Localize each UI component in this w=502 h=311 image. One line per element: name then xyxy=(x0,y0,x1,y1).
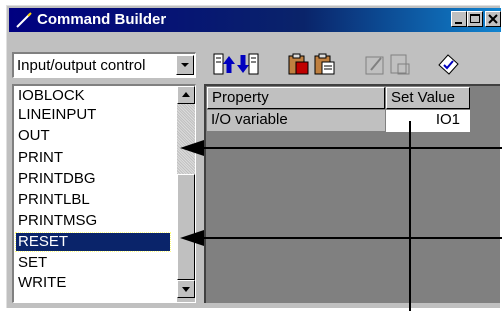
maximize-icon xyxy=(470,14,480,23)
category-dropdown[interactable]: Input/output control xyxy=(12,52,196,78)
list-item[interactable]: WRITE xyxy=(18,274,168,292)
property-grid: Property Set Value I/O variable IO1 xyxy=(204,84,500,303)
header-property: Property xyxy=(207,87,385,109)
chevron-down-icon xyxy=(181,63,189,67)
list-item[interactable]: PRINTDBG xyxy=(18,170,168,188)
category-selected: Input/output control xyxy=(17,57,146,74)
list-item[interactable]: IOBLOCK xyxy=(18,87,168,105)
scroll-thumb[interactable] xyxy=(177,174,195,280)
list-item[interactable]: PRINTLBL xyxy=(18,191,168,209)
close-icon xyxy=(488,14,498,24)
list-item[interactable]: OUT xyxy=(18,127,168,145)
property-name-cell: I/O variable xyxy=(207,110,385,132)
close-button[interactable] xyxy=(485,11,501,27)
minimize-button[interactable] xyxy=(451,11,467,27)
move-down-icon[interactable] xyxy=(236,52,260,76)
check-icon[interactable] xyxy=(436,52,460,76)
list-item[interactable]: PRINT xyxy=(18,149,168,167)
scroll-down-button[interactable] xyxy=(177,280,195,298)
arrow-up-icon xyxy=(182,92,190,97)
minimize-icon xyxy=(455,22,462,24)
delete-disabled-icon[interactable] xyxy=(388,52,412,76)
paste-icon[interactable] xyxy=(312,52,336,76)
scroll-up-button[interactable] xyxy=(177,86,195,104)
window-title: Command Builder xyxy=(37,11,167,28)
dropdown-button[interactable] xyxy=(176,55,194,75)
arrow-down-icon xyxy=(182,287,190,292)
edit-disabled-icon[interactable] xyxy=(363,52,387,76)
vertical-scrollbar[interactable] xyxy=(177,86,195,302)
cut-icon[interactable] xyxy=(286,52,310,76)
title-bar[interactable]: Command Builder xyxy=(9,8,501,32)
list-item-selected[interactable]: RESET xyxy=(15,232,171,252)
pen-icon xyxy=(16,12,32,28)
move-up-icon[interactable] xyxy=(212,52,236,76)
header-set-value: Set Value xyxy=(386,87,470,109)
command-list[interactable]: IOBLOCK LINEINPUT OUT PRINT PRINTDBG PRI… xyxy=(12,84,196,303)
property-value-cell[interactable]: IO1 xyxy=(386,110,470,132)
list-item[interactable]: SET xyxy=(18,254,168,272)
maximize-button[interactable] xyxy=(467,11,483,27)
list-item[interactable]: LINEINPUT xyxy=(18,106,168,124)
list-item[interactable]: PRINTMSG xyxy=(18,212,168,230)
